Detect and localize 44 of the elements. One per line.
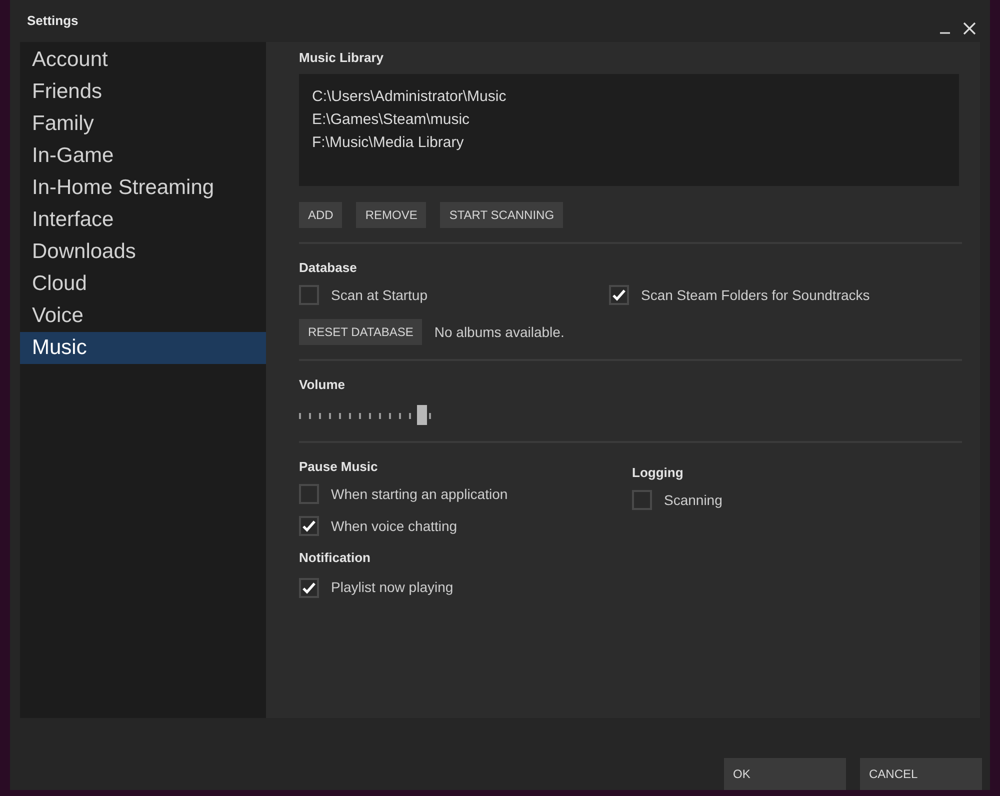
checkbox-label: Playlist now playing — [331, 578, 454, 597]
window-title: Settings — [27, 12, 78, 30]
section-heading: Pause Music — [299, 458, 379, 476]
sidebar-item[interactable]: Music — [20, 332, 266, 364]
button[interactable]: ADD — [299, 202, 342, 228]
checkbox[interactable] — [299, 484, 319, 504]
checkbox[interactable] — [299, 578, 319, 598]
folder-path[interactable]: F:\Music\Media Library — [312, 132, 959, 154]
sidebar-item[interactable]: Family — [20, 108, 266, 140]
section-heading: Notification — [299, 549, 372, 567]
sidebar-item[interactable]: Friends — [20, 76, 266, 108]
checkbox[interactable] — [632, 490, 652, 510]
section-heading: Logging — [632, 464, 684, 482]
sidebar-item[interactable]: Downloads — [20, 236, 266, 268]
sidebar-item[interactable]: Cloud — [20, 268, 266, 300]
sidebar-item[interactable]: Voice — [20, 300, 266, 332]
sidebar-item[interactable]: In-Game — [20, 140, 266, 172]
button[interactable]: RESET DATABASE — [299, 319, 422, 345]
checkbox[interactable] — [609, 285, 629, 305]
checkbox-label: When voice chatting — [331, 516, 458, 536]
status-text: No albums available. — [434, 322, 564, 342]
checkmark-icon — [612, 289, 626, 301]
section-heading: Volume — [299, 376, 346, 394]
button[interactable]: CANCEL — [860, 758, 982, 790]
button[interactable]: START SCANNING — [440, 202, 564, 228]
button[interactable]: OK — [724, 758, 846, 790]
checkmark-icon — [302, 582, 316, 594]
button[interactable]: REMOVE — [356, 202, 426, 228]
checkbox[interactable] — [299, 516, 319, 536]
checkbox-label: Scan Steam Folders for Soundtracks — [641, 286, 870, 304]
checkbox-label: Scanning — [664, 490, 722, 510]
sidebar-item[interactable]: Interface — [20, 204, 266, 236]
checkmark-icon — [302, 520, 316, 532]
checkbox[interactable] — [299, 285, 319, 305]
checkbox-label: Scan at Startup — [331, 286, 428, 305]
volume-slider-thumb[interactable] — [417, 404, 427, 424]
folder-path[interactable]: C:\Users\Administrator\Music — [312, 86, 959, 108]
close-icon[interactable] — [963, 22, 976, 34]
folder-path[interactable]: E:\Games\Steam\music — [312, 108, 959, 130]
sidebar-item[interactable]: Account — [20, 44, 266, 76]
section-heading: Database — [299, 258, 358, 276]
sidebar-item[interactable]: In-Home Streaming — [20, 172, 266, 204]
checkbox-label: When starting an application — [331, 484, 508, 504]
section-heading: Music Library — [299, 49, 385, 67]
